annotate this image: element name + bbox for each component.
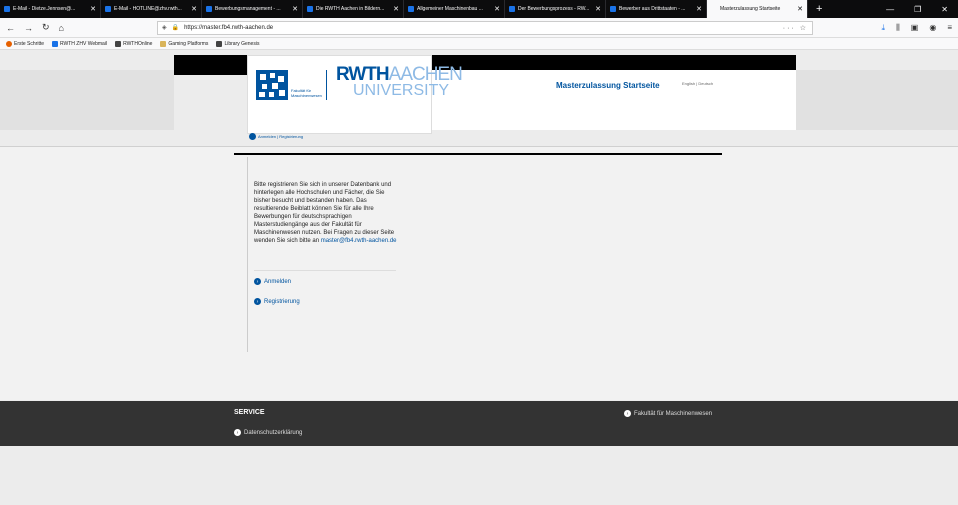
register-link[interactable]: › Registrierung xyxy=(254,298,300,305)
language-switcher[interactable]: English | Deutsch xyxy=(682,81,713,86)
library-icon[interactable]: ⫼ xyxy=(896,23,900,33)
privacy-link[interactable]: › Datenschutzerklärung xyxy=(234,429,302,436)
browser-tab[interactable]: Die RWTH Aachen in Bildern... ✕ xyxy=(303,0,404,18)
page-bottom xyxy=(0,446,958,505)
browser-tab-bar: E-Mail - Dietze.Jennsen@... ✕ E-Mail - HO… xyxy=(0,0,958,18)
url-bar[interactable]: ◈ 🔒 https://master.fb4.rwth-aachen.de ··… xyxy=(156,20,813,35)
home-icon[interactable]: ⌂ xyxy=(59,23,64,33)
browser-tab[interactable]: E-Mail - Dietze.Jennsen@... ✕ xyxy=(0,0,101,18)
chevron-right-icon: › xyxy=(254,278,261,285)
close-tab-icon[interactable]: ✕ xyxy=(696,5,702,13)
window-controls: — ❐ ✕ xyxy=(876,0,958,18)
restore-icon[interactable]: ❐ xyxy=(904,5,931,14)
browser-tab-active[interactable]: Masterzulassung Startseite ✕ xyxy=(707,0,808,18)
site-icon xyxy=(307,6,313,12)
lock-icon: 🔒 xyxy=(171,25,180,31)
browser-tab[interactable]: E-Mail - HOTLINE@zhv.rwth... ✕ xyxy=(101,0,202,18)
folder-icon xyxy=(160,40,167,47)
footer-service-heading: SERVICE xyxy=(234,409,265,416)
account-icon[interactable]: ◉ xyxy=(929,23,936,33)
intro-paragraph: Bitte registrieren Sie sich in unserer D… xyxy=(254,182,392,236)
close-tab-icon[interactable]: ✕ xyxy=(393,5,399,13)
browser-tab[interactable]: Der Bewerbungsprozess - RW... ✕ xyxy=(505,0,606,18)
rwth-logo[interactable]: Fakultät für Maschinenwesen RWTHAACHEN U… xyxy=(247,55,463,134)
window-close-icon[interactable]: ✕ xyxy=(931,5,958,14)
close-tab-icon[interactable]: ✕ xyxy=(292,5,298,13)
close-tab-icon[interactable]: ✕ xyxy=(797,5,803,13)
shield-icon: ◈ xyxy=(161,25,167,31)
main-content: Bitte registrieren Sie sich in unserer D… xyxy=(0,147,958,400)
sidebar-icon[interactable]: ▣ xyxy=(911,23,919,33)
chevron-right-icon: › xyxy=(254,298,261,305)
header-side-left xyxy=(0,70,174,130)
close-tab-icon[interactable]: ✕ xyxy=(90,5,96,13)
bookmark-item[interactable]: Gaming Platforms xyxy=(160,40,208,47)
bookmark-item[interactable]: RWTH ZHV Webmail xyxy=(52,40,107,47)
breadcrumb-links[interactable]: Anmelden | Registrierung xyxy=(258,134,303,139)
site-icon xyxy=(216,40,223,47)
site-icon xyxy=(115,40,122,47)
content-left-rule xyxy=(247,157,248,352)
bookmark-item[interactable]: RWTHOnline xyxy=(115,40,152,47)
forward-icon[interactable]: → xyxy=(24,23,33,33)
firefox-icon xyxy=(6,40,12,47)
footer: SERVICE › Datenschutzerklärung › Fakultä… xyxy=(0,401,958,446)
reload-icon[interactable]: ↻ xyxy=(42,22,50,33)
bookmark-item[interactable]: Erste Schritte xyxy=(6,40,44,47)
divider xyxy=(254,270,396,271)
browser-nav-bar: ← → ↻ ⌂ ◈ 🔒 https://master.fb4.rwth-aach… xyxy=(0,18,958,38)
intro-text-block: Bitte registrieren Sie sich in unserer D… xyxy=(254,181,402,245)
bookmark-item[interactable]: Library Genesis xyxy=(216,40,259,47)
contact-email-link[interactable]: master@fb4.rwth-aachen.de xyxy=(321,238,397,244)
faculty-link[interactable]: › Fakultät für Maschinenwesen xyxy=(624,410,712,417)
university-wordmark: UNIVERSITY xyxy=(353,82,450,99)
mail-icon xyxy=(4,6,10,12)
browser-tab[interactable]: Bewerbungsmanagement - ... ✕ xyxy=(202,0,303,18)
url-text: https://master.fb4.rwth-aachen.de xyxy=(184,24,274,31)
close-tab-icon[interactable]: ✕ xyxy=(595,5,601,13)
close-tab-icon[interactable]: ✕ xyxy=(494,5,500,13)
new-tab-icon[interactable]: + xyxy=(808,0,830,18)
mail-icon xyxy=(52,40,59,47)
header-side-right xyxy=(796,70,958,130)
chevron-right-icon: › xyxy=(624,410,631,417)
chevron-right-icon: › xyxy=(234,429,241,436)
minimize-icon[interactable]: — xyxy=(876,5,904,14)
page-title: Masterzulassung Startseite xyxy=(556,81,660,90)
menu-icon[interactable]: ≡ xyxy=(947,23,952,33)
site-icon xyxy=(206,6,212,12)
info-icon xyxy=(249,133,256,140)
site-icon xyxy=(610,6,616,12)
faculty-name: Fakultät für Maschinenwesen xyxy=(291,88,322,98)
back-icon[interactable]: ← xyxy=(6,23,15,33)
breadcrumb: Anmelden | Registrierung xyxy=(249,133,303,140)
browser-tab[interactable]: Bewerber aus Drittstaaten - ... ✕ xyxy=(606,0,707,18)
content-top-rule xyxy=(234,153,722,155)
login-link[interactable]: › Anmelden xyxy=(254,278,291,285)
site-icon xyxy=(509,6,515,12)
site-icon xyxy=(711,6,717,12)
bookmarks-bar: Erste Schritte RWTH ZHV Webmail RWTHOnli… xyxy=(0,38,958,50)
browser-tab[interactable]: Allgemeiner Maschinenbau ... ✕ xyxy=(404,0,505,18)
faculty-logo-icon xyxy=(256,70,288,100)
header-bar xyxy=(432,70,796,130)
mail-icon xyxy=(105,6,111,12)
close-tab-icon[interactable]: ✕ xyxy=(191,5,197,13)
page-actions-icon[interactable]: ··· ☆ xyxy=(783,24,808,32)
download-icon[interactable]: ⤓ xyxy=(882,23,886,33)
site-icon xyxy=(408,6,414,12)
logo-divider xyxy=(326,70,327,100)
toolbar-icons: ⤓ ⫼ ▣ ◉ ≡ xyxy=(871,23,952,33)
web-page: Fakultät für Maschinenwesen RWTHAACHEN U… xyxy=(0,50,958,505)
